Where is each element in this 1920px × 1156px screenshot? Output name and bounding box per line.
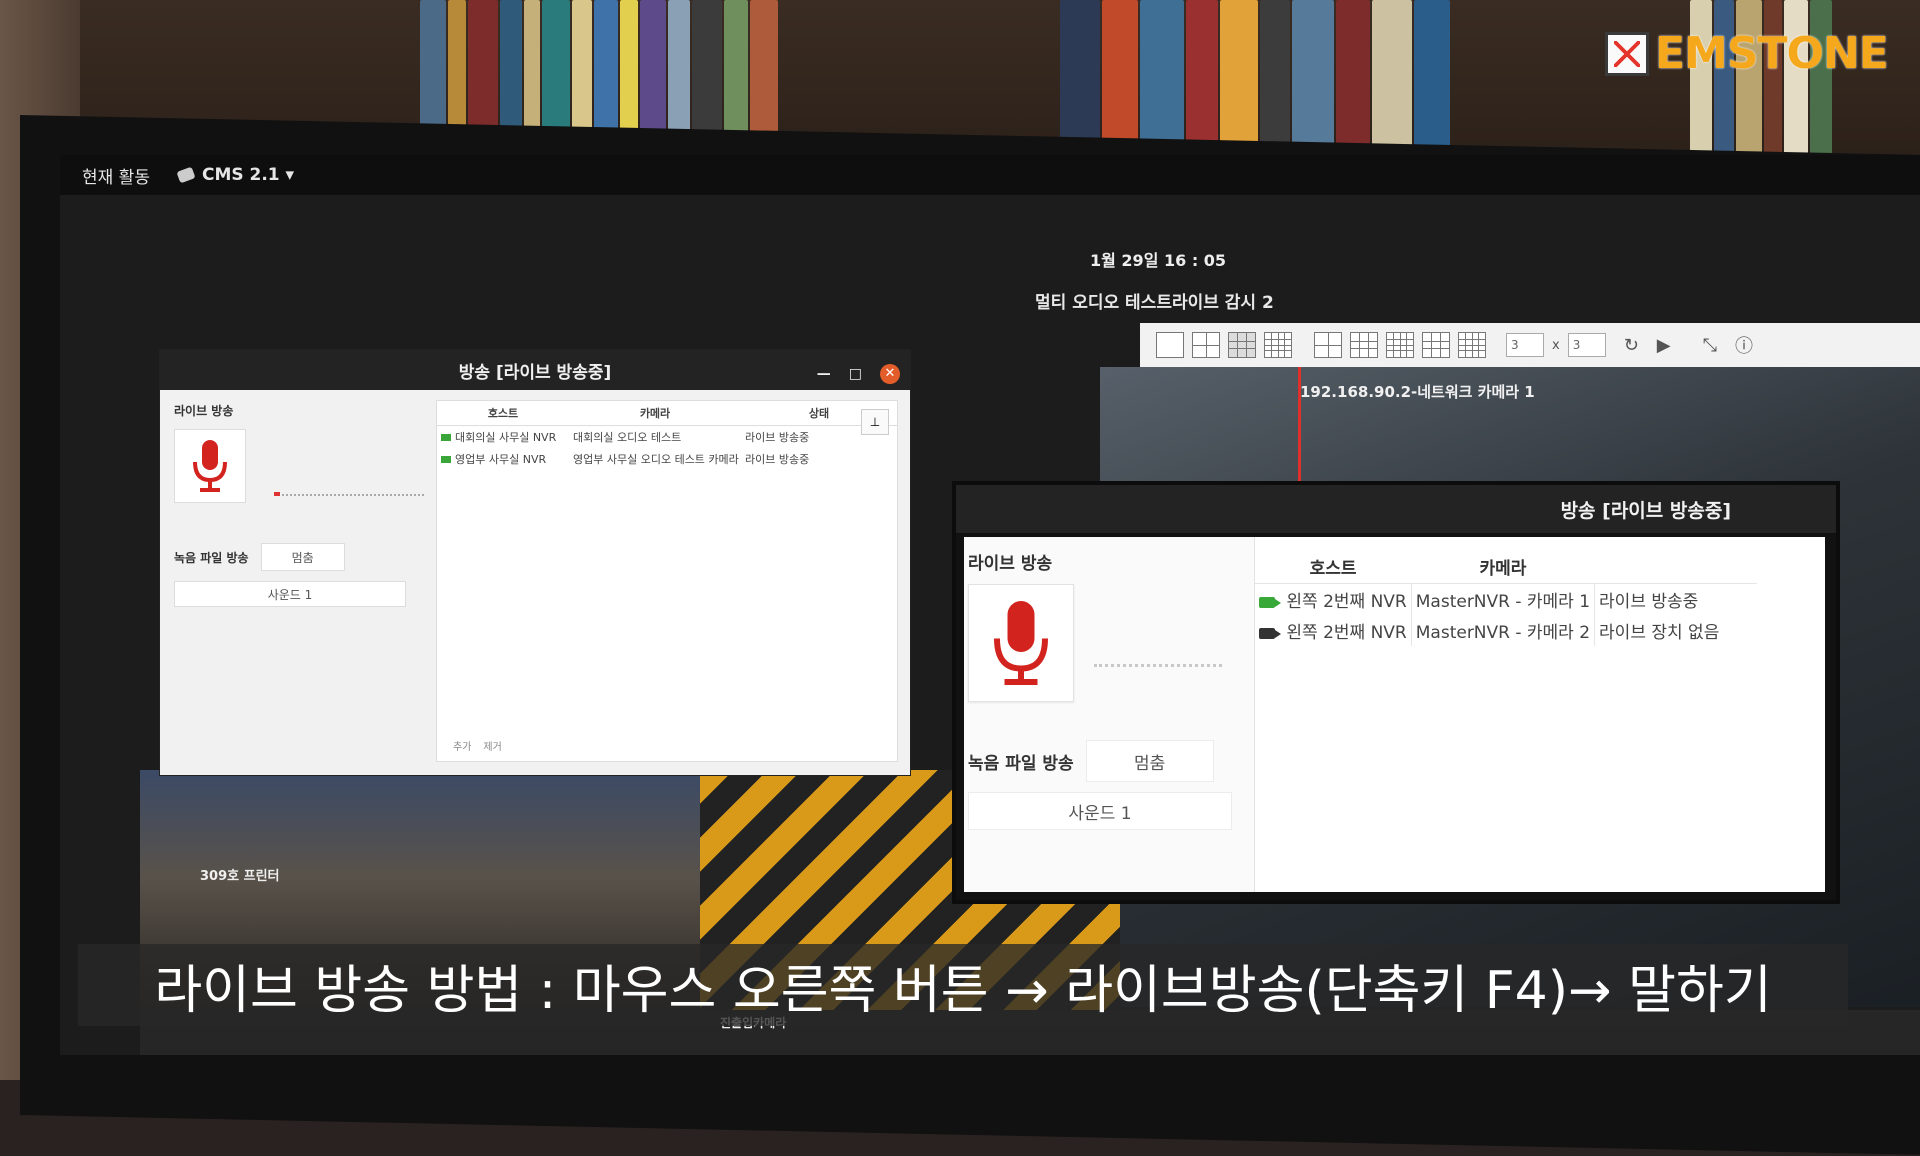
- sound-select[interactable]: 사운드 1: [174, 581, 406, 607]
- inset-title-bar: 방송 [라이브 방송중]: [956, 485, 1836, 533]
- live-camera-icon: [441, 456, 451, 463]
- column-header: 호스트: [437, 401, 569, 426]
- brand-logo-icon: [1605, 31, 1649, 76]
- live-camera-icon: [1259, 596, 1281, 608]
- broadcast-dialog: 방송 [라이브 방송중] — □ ✕ 라이브 방송 녹음 파일 방송 멈춤 사운…: [160, 350, 910, 775]
- microphone-icon: [994, 601, 1048, 685]
- layout-custom-icon[interactable]: [1386, 332, 1414, 358]
- camera-feed-label: 192.168.90.2-네트워크 카메라 1: [1300, 383, 1535, 401]
- layout-custom-icon[interactable]: [1350, 332, 1378, 358]
- status-cell: 라이브 방송중: [1599, 592, 1699, 612]
- maximize-icon[interactable]: □: [849, 366, 862, 382]
- layout-custom-icon[interactable]: [1422, 332, 1450, 358]
- record-broadcast-label: 녹음 파일 방송: [174, 550, 249, 565]
- clock: 1월 29일 16 : 05: [1090, 251, 1227, 270]
- brand-logo: EMSTONE: [1605, 28, 1889, 79]
- live-broadcast-label: 라이브 방송: [174, 404, 234, 418]
- grid-16-icon[interactable]: [1264, 332, 1292, 358]
- audio-level-peak: [274, 492, 280, 496]
- info-icon[interactable]: ⓘ: [1735, 332, 1753, 358]
- table-row[interactable]: 왼쪽 2번째 NVR MasterNVR - 카메라 2 라이브 장치 없음: [1255, 615, 1757, 646]
- live-camera-icon: [441, 434, 451, 441]
- app-logo-icon: [176, 166, 196, 184]
- live-broadcast-label: 라이브 방송: [968, 554, 1053, 574]
- split-count-select[interactable]: 3: [1506, 333, 1544, 357]
- remove-button[interactable]: 제거: [483, 738, 501, 753]
- microphone-icon: [193, 440, 227, 492]
- column-header: 카메라: [1411, 549, 1595, 584]
- table-row[interactable]: 대회의실 사무실 NVR 대회의실 오디오 테스트 라이브 방송중: [437, 426, 897, 449]
- target-table: 호스트 카메라 상태 대회의실 사무실 NVR 대회의실 오디오 테스트 라이브…: [437, 401, 897, 470]
- activities-button[interactable]: 현재 활동: [82, 163, 150, 188]
- desktop-top-bar: 현재 활동 CMS 2.1 ▾: [60, 155, 1920, 195]
- status-cell: 라이브 방송중: [745, 453, 810, 466]
- audio-level-meter: [274, 494, 424, 496]
- table-row[interactable]: 왼쪽 2번째 NVR MasterNVR - 카메라 1 라이브 방송중: [1255, 583, 1757, 615]
- target-table: 호스트 카메라 왼쪽 2번째 NVR MasterNVR - 카메라 1 라이브…: [1255, 549, 1757, 646]
- zoom-inset: 방송 [라이브 방송중] 라이브 방송 녹음 파일 방송 멈춤 사운드 1 호스…: [952, 481, 1840, 904]
- sound-select[interactable]: 사운드 1: [968, 792, 1232, 830]
- camera-cell: MasterNVR - 카메라 2: [1411, 615, 1596, 646]
- stop-button[interactable]: 멈춤: [1085, 740, 1214, 782]
- app-menu[interactable]: CMS 2.1 ▾: [176, 165, 295, 185]
- brand-name: EMSTONE: [1655, 28, 1889, 79]
- grid-9-icon[interactable]: [1228, 332, 1256, 358]
- host-cell: 왼쪽 2번째 NVR: [1286, 592, 1407, 612]
- fullscreen-icon[interactable]: ⤡: [1703, 335, 1717, 356]
- network-icon[interactable]: ⊥: [861, 409, 889, 435]
- table-row[interactable]: 영업부 사무실 NVR 영업부 사무실 오디오 테스트 카메라 라이브 방송중: [437, 448, 897, 470]
- microphone-button[interactable]: [968, 584, 1074, 702]
- column-header: 카메라: [569, 401, 741, 426]
- dialog-title-bar: 방송 [라이브 방송중] — □ ✕: [160, 350, 910, 390]
- inset-title: 방송 [라이브 방송중]: [1560, 499, 1731, 522]
- layout-custom-icon[interactable]: [1458, 332, 1486, 358]
- target-table-panel: ⊥ 호스트 카메라 상태 대회의실 사무실 NVR 대회의실 오디오 테스트 라…: [436, 400, 898, 762]
- microphone-button[interactable]: [174, 429, 246, 503]
- add-button[interactable]: 추가: [453, 738, 471, 753]
- grid-4-icon[interactable]: [1192, 332, 1220, 358]
- dialog-title: 방송 [라이브 방송중]: [458, 362, 612, 383]
- camera-cell: 대회의실 오디오 테스트: [573, 431, 682, 444]
- target-table-panel: 호스트 카메라 왼쪽 2번째 NVR MasterNVR - 카메라 1 라이브…: [1254, 537, 1825, 892]
- column-header: [1594, 549, 1757, 584]
- camera-offline-icon: [1259, 627, 1281, 639]
- monitor-view-title: 멀티 오디오 테스트라이브 감시 2: [1035, 293, 1274, 313]
- subtitle-caption: 라이브 방송 방법 : 마우스 오른쪽 버튼 → 라이브방송(단축키 F4)→ …: [78, 944, 1848, 1026]
- single-layout-icon[interactable]: [1156, 332, 1184, 358]
- split-rows-select[interactable]: 3: [1567, 333, 1606, 357]
- close-icon[interactable]: ✕: [880, 364, 900, 384]
- camera-cell: 영업부 사무실 오디오 테스트 카메라: [573, 453, 739, 466]
- split-separator: x: [1552, 337, 1560, 353]
- host-cell: 영업부 사무실 NVR: [455, 453, 547, 466]
- play-icon[interactable]: ▶: [1657, 335, 1671, 356]
- record-broadcast-label: 녹음 파일 방송: [968, 753, 1074, 774]
- camera-feed-label: 309호 프린터: [200, 869, 280, 884]
- layout-toolbar: 3 x 3 ↻ ▶ ⤡ ⓘ: [1140, 323, 1920, 367]
- stop-button[interactable]: 멈춤: [260, 543, 345, 571]
- column-header: 호스트: [1255, 549, 1412, 584]
- audio-level-meter: [1094, 664, 1222, 667]
- camera-cell: MasterNVR - 카메라 1: [1411, 583, 1596, 615]
- minimize-icon[interactable]: —: [817, 366, 831, 382]
- host-cell: 대회의실 사무실 NVR: [455, 431, 557, 444]
- refresh-icon[interactable]: ↻: [1624, 335, 1639, 356]
- status-cell: 라이브 장치 없음: [1599, 623, 1720, 643]
- app-menu-label: CMS 2.1 ▾: [201, 165, 295, 185]
- layout-custom-icon[interactable]: [1314, 332, 1342, 358]
- host-cell: 왼쪽 2번째 NVR: [1286, 623, 1407, 643]
